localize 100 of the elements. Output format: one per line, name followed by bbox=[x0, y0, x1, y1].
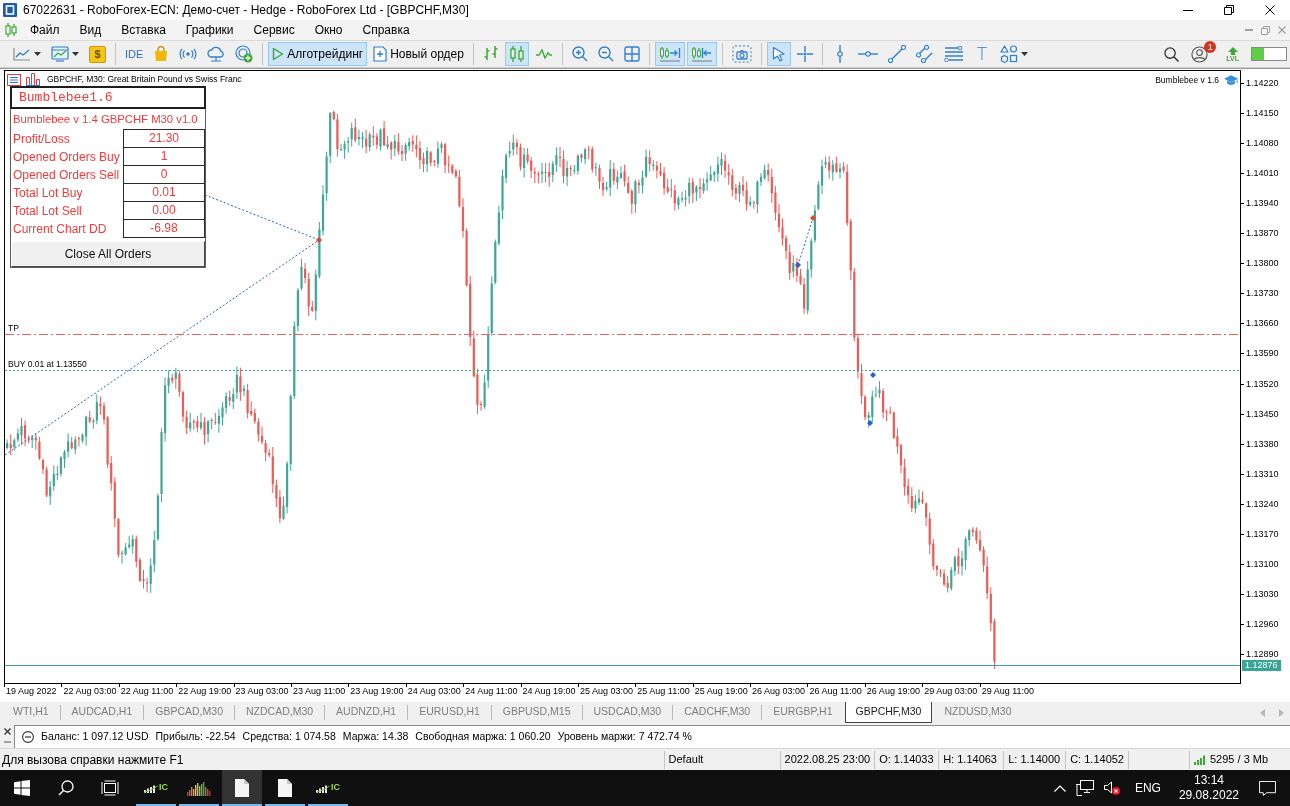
document-icon[interactable] bbox=[235, 779, 249, 797]
chart-tab[interactable]: GBPCHF,M30 bbox=[844, 702, 933, 723]
zigzag-line-icon[interactable] bbox=[534, 48, 553, 60]
chart-tab[interactable]: CADCHF,M30 bbox=[673, 702, 762, 723]
bars-icon[interactable] bbox=[144, 783, 158, 793]
horizontal-line-icon[interactable] bbox=[857, 51, 878, 57]
color-bars-icon[interactable] bbox=[187, 780, 211, 796]
play-icon[interactable] bbox=[272, 47, 285, 61]
status-text: O: 1.14033 bbox=[874, 750, 939, 769]
taskbar-app-button[interactable]: IC bbox=[136, 770, 176, 806]
chart-title: GBPCHF, M30: Great Britain Pound vs Swiss Franc bbox=[47, 73, 242, 86]
window-title: 67022631 - RoboForex-ECN: Демо-счет - Hedge - RoboForex Ltd - [GBPCHF,M30] bbox=[23, 2, 469, 19]
chart-tab[interactable]: NZDUSD,M30 bbox=[933, 702, 1023, 723]
shopping-bag-icon[interactable] bbox=[154, 46, 169, 62]
panel-label: Current Chart DD bbox=[12, 221, 108, 238]
chart-tab[interactable]: USDCAD,M30 bbox=[582, 702, 673, 723]
menu-item[interactable]: Окно bbox=[304, 21, 353, 39]
task-view-icon[interactable] bbox=[101, 780, 119, 796]
panel-label: Total Lot Buy bbox=[12, 185, 84, 202]
chart-tab[interactable]: GBPCAD,M30 bbox=[144, 702, 234, 723]
chart-tab[interactable]: WTI,H1 bbox=[2, 702, 60, 723]
status-text: Default bbox=[663, 750, 780, 769]
taskbar-app-button[interactable] bbox=[222, 770, 262, 806]
time-label: 24 Aug 03:00 bbox=[405, 684, 464, 702]
list-icon[interactable] bbox=[7, 73, 21, 86]
price-label: 1.14150 bbox=[1241, 108, 1279, 119]
expert-name: Bumblebee v 1.6 bbox=[1155, 74, 1219, 87]
panel-label: Total Lot Sell bbox=[12, 203, 83, 220]
search-icon[interactable] bbox=[58, 780, 74, 796]
panel-label: Profit/Loss bbox=[12, 131, 71, 148]
chart-tab[interactable]: EURUSD,H1 bbox=[408, 702, 491, 723]
signal-waves-icon[interactable] bbox=[179, 48, 198, 60]
account-icon[interactable] bbox=[1191, 45, 1209, 63]
chart-tab[interactable]: AUDCAD,H1 bbox=[60, 702, 144, 723]
language-indicator[interactable]: ENG bbox=[1124, 779, 1171, 797]
price-label: 1.13170 bbox=[1241, 528, 1279, 539]
document-icon[interactable] bbox=[278, 779, 292, 797]
status-text: L: 1.14000 bbox=[1003, 750, 1066, 769]
menu-item[interactable]: Графики bbox=[175, 21, 244, 39]
bars-icon[interactable] bbox=[316, 783, 330, 793]
toolbar-button[interactable]: IDE bbox=[121, 42, 148, 66]
price-label: 1.13940 bbox=[1241, 198, 1279, 209]
time-label: 19 Aug 2022 bbox=[4, 684, 62, 702]
panel-title: Bumblebee1.6 bbox=[10, 86, 206, 109]
collapse-icon[interactable] bbox=[22, 731, 34, 743]
current-price-label: 1.12876 bbox=[1242, 660, 1281, 671]
menu-item[interactable]: Справка bbox=[352, 21, 420, 39]
taskbar-app-button[interactable]: IC bbox=[308, 770, 348, 806]
network-icon[interactable] bbox=[1075, 780, 1094, 796]
price-label: 1.13240 bbox=[1241, 498, 1279, 509]
line-chart-icon[interactable] bbox=[13, 47, 31, 61]
caret-icon[interactable] bbox=[1020, 52, 1028, 56]
clock-time[interactable]: 13:14 bbox=[1193, 773, 1224, 788]
chart-tab[interactable]: NZDCAD,M30 bbox=[234, 702, 325, 723]
shapes-icon[interactable] bbox=[999, 45, 1018, 63]
restore-icon[interactable] bbox=[1223, 5, 1234, 15]
search-icon[interactable] bbox=[1164, 46, 1180, 62]
notification-icon[interactable] bbox=[1259, 780, 1276, 796]
time-label: 23 Aug 03:00 bbox=[233, 684, 291, 702]
status-text: 2022.08.25 23:00 bbox=[779, 750, 875, 769]
time-label: 24 Aug 19:00 bbox=[520, 684, 578, 702]
account-value: Прибыль: -22.54 bbox=[155, 729, 236, 745]
traffic-text: 5295 / 3 Mb bbox=[1210, 752, 1269, 768]
bar-chart-icon[interactable] bbox=[26, 73, 40, 86]
close-all-button[interactable]: Close All Orders bbox=[11, 241, 205, 267]
price-label: 1.14220 bbox=[1241, 78, 1279, 88]
price-label: 1.13520 bbox=[1241, 378, 1279, 389]
toolbar-button[interactable]: T bbox=[969, 42, 994, 66]
speaker-muted-icon[interactable] bbox=[1103, 781, 1120, 795]
arrow-up-icon[interactable] bbox=[1227, 46, 1238, 55]
toolbar-button[interactable] bbox=[766, 42, 791, 66]
minimize-icon[interactable] bbox=[1182, 9, 1193, 11]
windows-logo-icon[interactable] bbox=[14, 780, 30, 796]
menu-item[interactable]: Вид bbox=[69, 21, 112, 39]
toolbar-button[interactable]: Новый ордер bbox=[369, 42, 468, 66]
app-logo-icon bbox=[3, 3, 17, 17]
document-plus-icon[interactable] bbox=[373, 46, 388, 62]
toolbar-button[interactable]: Алготрейдинг bbox=[268, 42, 368, 66]
chart-tab[interactable]: AUDNZD,H1 bbox=[325, 702, 408, 723]
caret-icon[interactable] bbox=[72, 52, 79, 56]
cursor-icon[interactable] bbox=[771, 46, 786, 62]
close-icon[interactable] bbox=[3, 728, 11, 735]
account-value: Уровень маржи: 7 472.74 % bbox=[557, 729, 692, 745]
caret-icon[interactable] bbox=[34, 52, 41, 56]
time-label: 26 Aug 11:00 bbox=[807, 684, 865, 702]
menu-item[interactable]: Сервис bbox=[243, 21, 305, 39]
clock-date[interactable]: 29.08.2022 bbox=[1178, 788, 1239, 803]
time-label: 22 Aug 03:00 bbox=[61, 684, 119, 702]
menu-item[interactable]: Файл bbox=[20, 21, 70, 39]
vertical-line-icon[interactable] bbox=[836, 45, 843, 63]
panel-value: 0.01 bbox=[123, 183, 205, 202]
panel-value: 21.30 bbox=[123, 129, 205, 148]
chart-tab[interactable]: GBPUSD,M15 bbox=[491, 702, 582, 723]
chevron-up-icon[interactable] bbox=[1053, 784, 1066, 792]
close-icon[interactable] bbox=[1264, 5, 1275, 15]
chart-tab[interactable]: EURGBP,H1 bbox=[762, 702, 844, 723]
price-label: 1.12890 bbox=[1241, 648, 1279, 659]
dash-icon bbox=[3, 741, 11, 743]
menu-item[interactable]: Вставка bbox=[111, 21, 176, 39]
time-label: 24 Aug 11:00 bbox=[463, 684, 521, 702]
